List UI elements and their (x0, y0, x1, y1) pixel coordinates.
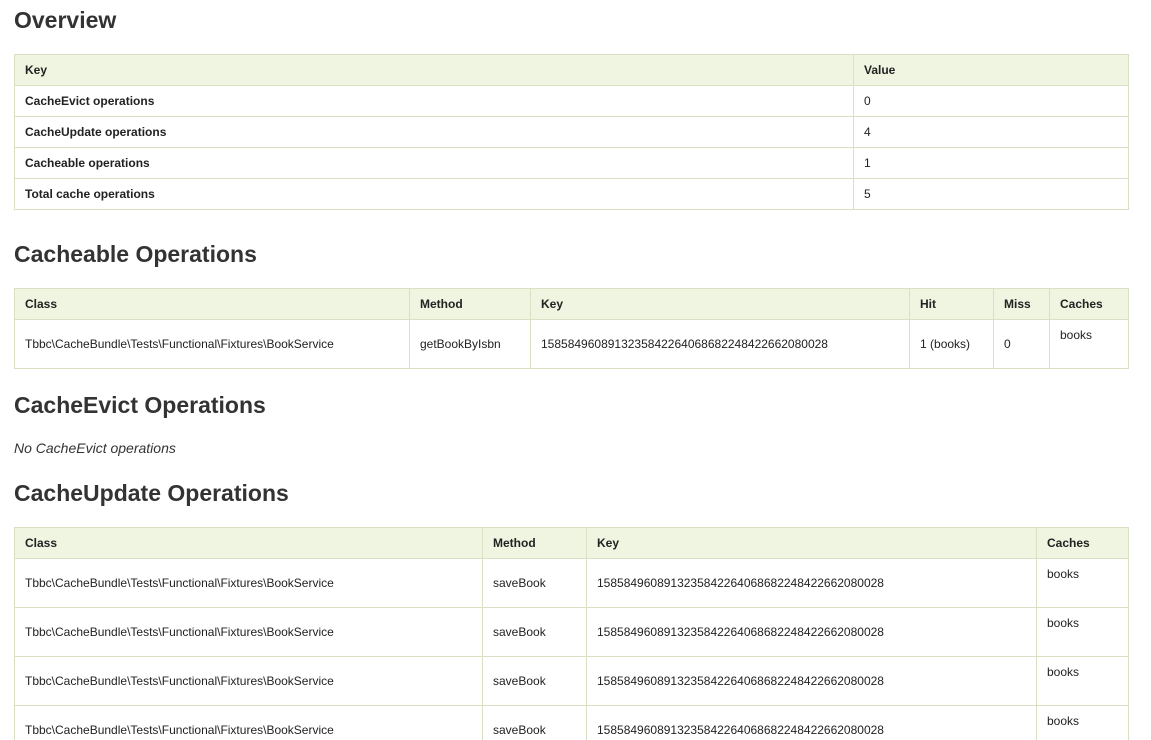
overview-value: 1 (853, 147, 1129, 179)
column-header-class: Class (14, 288, 410, 320)
miss-cell: 0 (993, 319, 1050, 369)
table-row: Tbbc\CacheBundle\Tests\Functional\Fixtur… (14, 607, 1129, 657)
overview-key: CacheUpdate operations (14, 116, 854, 148)
table-row: CacheEvict operations 0 (14, 85, 1129, 117)
column-header-miss: Miss (993, 288, 1050, 320)
table-row: CacheUpdate operations 4 (14, 116, 1129, 148)
overview-key: Total cache operations (14, 178, 854, 210)
table-row: Tbbc\CacheBundle\Tests\Functional\Fixtur… (14, 656, 1129, 706)
method-cell: saveBook (482, 656, 587, 706)
overview-value: 5 (853, 178, 1129, 210)
class-cell: Tbbc\CacheBundle\Tests\Functional\Fixtur… (14, 558, 483, 608)
column-header-class: Class (14, 527, 483, 559)
table-header-row: Class Method Key Hit Miss Caches (14, 288, 1129, 320)
class-cell: Tbbc\CacheBundle\Tests\Functional\Fixtur… (14, 705, 483, 740)
column-header-key: Key (14, 54, 854, 86)
caches-cell: books (1049, 319, 1129, 369)
table-row: Total cache operations 5 (14, 178, 1129, 210)
table-header-row: Class Method Key Caches (14, 527, 1129, 559)
method-cell: saveBook (482, 705, 587, 740)
evict-title: CacheEvict Operations (14, 392, 266, 418)
cacheable-table: Class Method Key Hit Miss Caches Tbbc\Ca… (14, 288, 1129, 369)
method-cell: getBookByIsbn (409, 319, 531, 369)
caches-cell: books (1036, 558, 1129, 608)
method-cell: saveBook (482, 558, 587, 608)
column-header-caches: Caches (1036, 527, 1129, 559)
class-cell: Tbbc\CacheBundle\Tests\Functional\Fixtur… (14, 656, 483, 706)
key-cell: 1585849608913235842264068682248422662080… (586, 656, 1037, 706)
table-header-row: Key Value (14, 54, 1129, 86)
key-cell: 1585849608913235842264068682248422662080… (586, 607, 1037, 657)
column-header-method: Method (409, 288, 531, 320)
hit-cache-name: (books) (930, 337, 971, 351)
key-cell: 1585849608913235842264068682248422662080… (586, 705, 1037, 740)
column-header-value: Value (853, 54, 1129, 86)
update-title: CacheUpdate Operations (14, 480, 289, 506)
caches-cell: books (1036, 656, 1129, 706)
method-cell: saveBook (482, 607, 587, 657)
caches-cell: books (1036, 607, 1129, 657)
evict-empty-message: No CacheEvict operations (14, 440, 176, 456)
class-cell: Tbbc\CacheBundle\Tests\Functional\Fixtur… (14, 607, 483, 657)
hit-count: 1 (920, 337, 927, 351)
overview-value: 4 (853, 116, 1129, 148)
column-header-key: Key (530, 288, 910, 320)
column-header-method: Method (482, 527, 587, 559)
update-table: Class Method Key Caches Tbbc\CacheBundle… (14, 527, 1129, 740)
column-header-key: Key (586, 527, 1037, 559)
table-row: Tbbc\CacheBundle\Tests\Functional\Fixtur… (14, 705, 1129, 740)
caches-cell: books (1036, 705, 1129, 740)
key-cell: 1585849608913235842264068682248422662080… (530, 319, 910, 369)
overview-value: 0 (853, 85, 1129, 117)
column-header-hit: Hit (909, 288, 994, 320)
cacheable-title: Cacheable Operations (14, 241, 257, 267)
table-row: Cacheable operations 1 (14, 147, 1129, 179)
class-cell: Tbbc\CacheBundle\Tests\Functional\Fixtur… (14, 319, 410, 369)
table-row: Tbbc\CacheBundle\Tests\Functional\Fixtur… (14, 558, 1129, 608)
overview-key: Cacheable operations (14, 147, 854, 179)
hit-cell: 1 (books) (909, 319, 994, 369)
overview-title: Overview (14, 7, 117, 33)
overview-table: Key Value CacheEvict operations 0 CacheU… (14, 54, 1129, 210)
overview-key: CacheEvict operations (14, 85, 854, 117)
column-header-caches: Caches (1049, 288, 1129, 320)
table-row: Tbbc\CacheBundle\Tests\Functional\Fixtur… (14, 319, 1129, 369)
key-cell: 1585849608913235842264068682248422662080… (586, 558, 1037, 608)
